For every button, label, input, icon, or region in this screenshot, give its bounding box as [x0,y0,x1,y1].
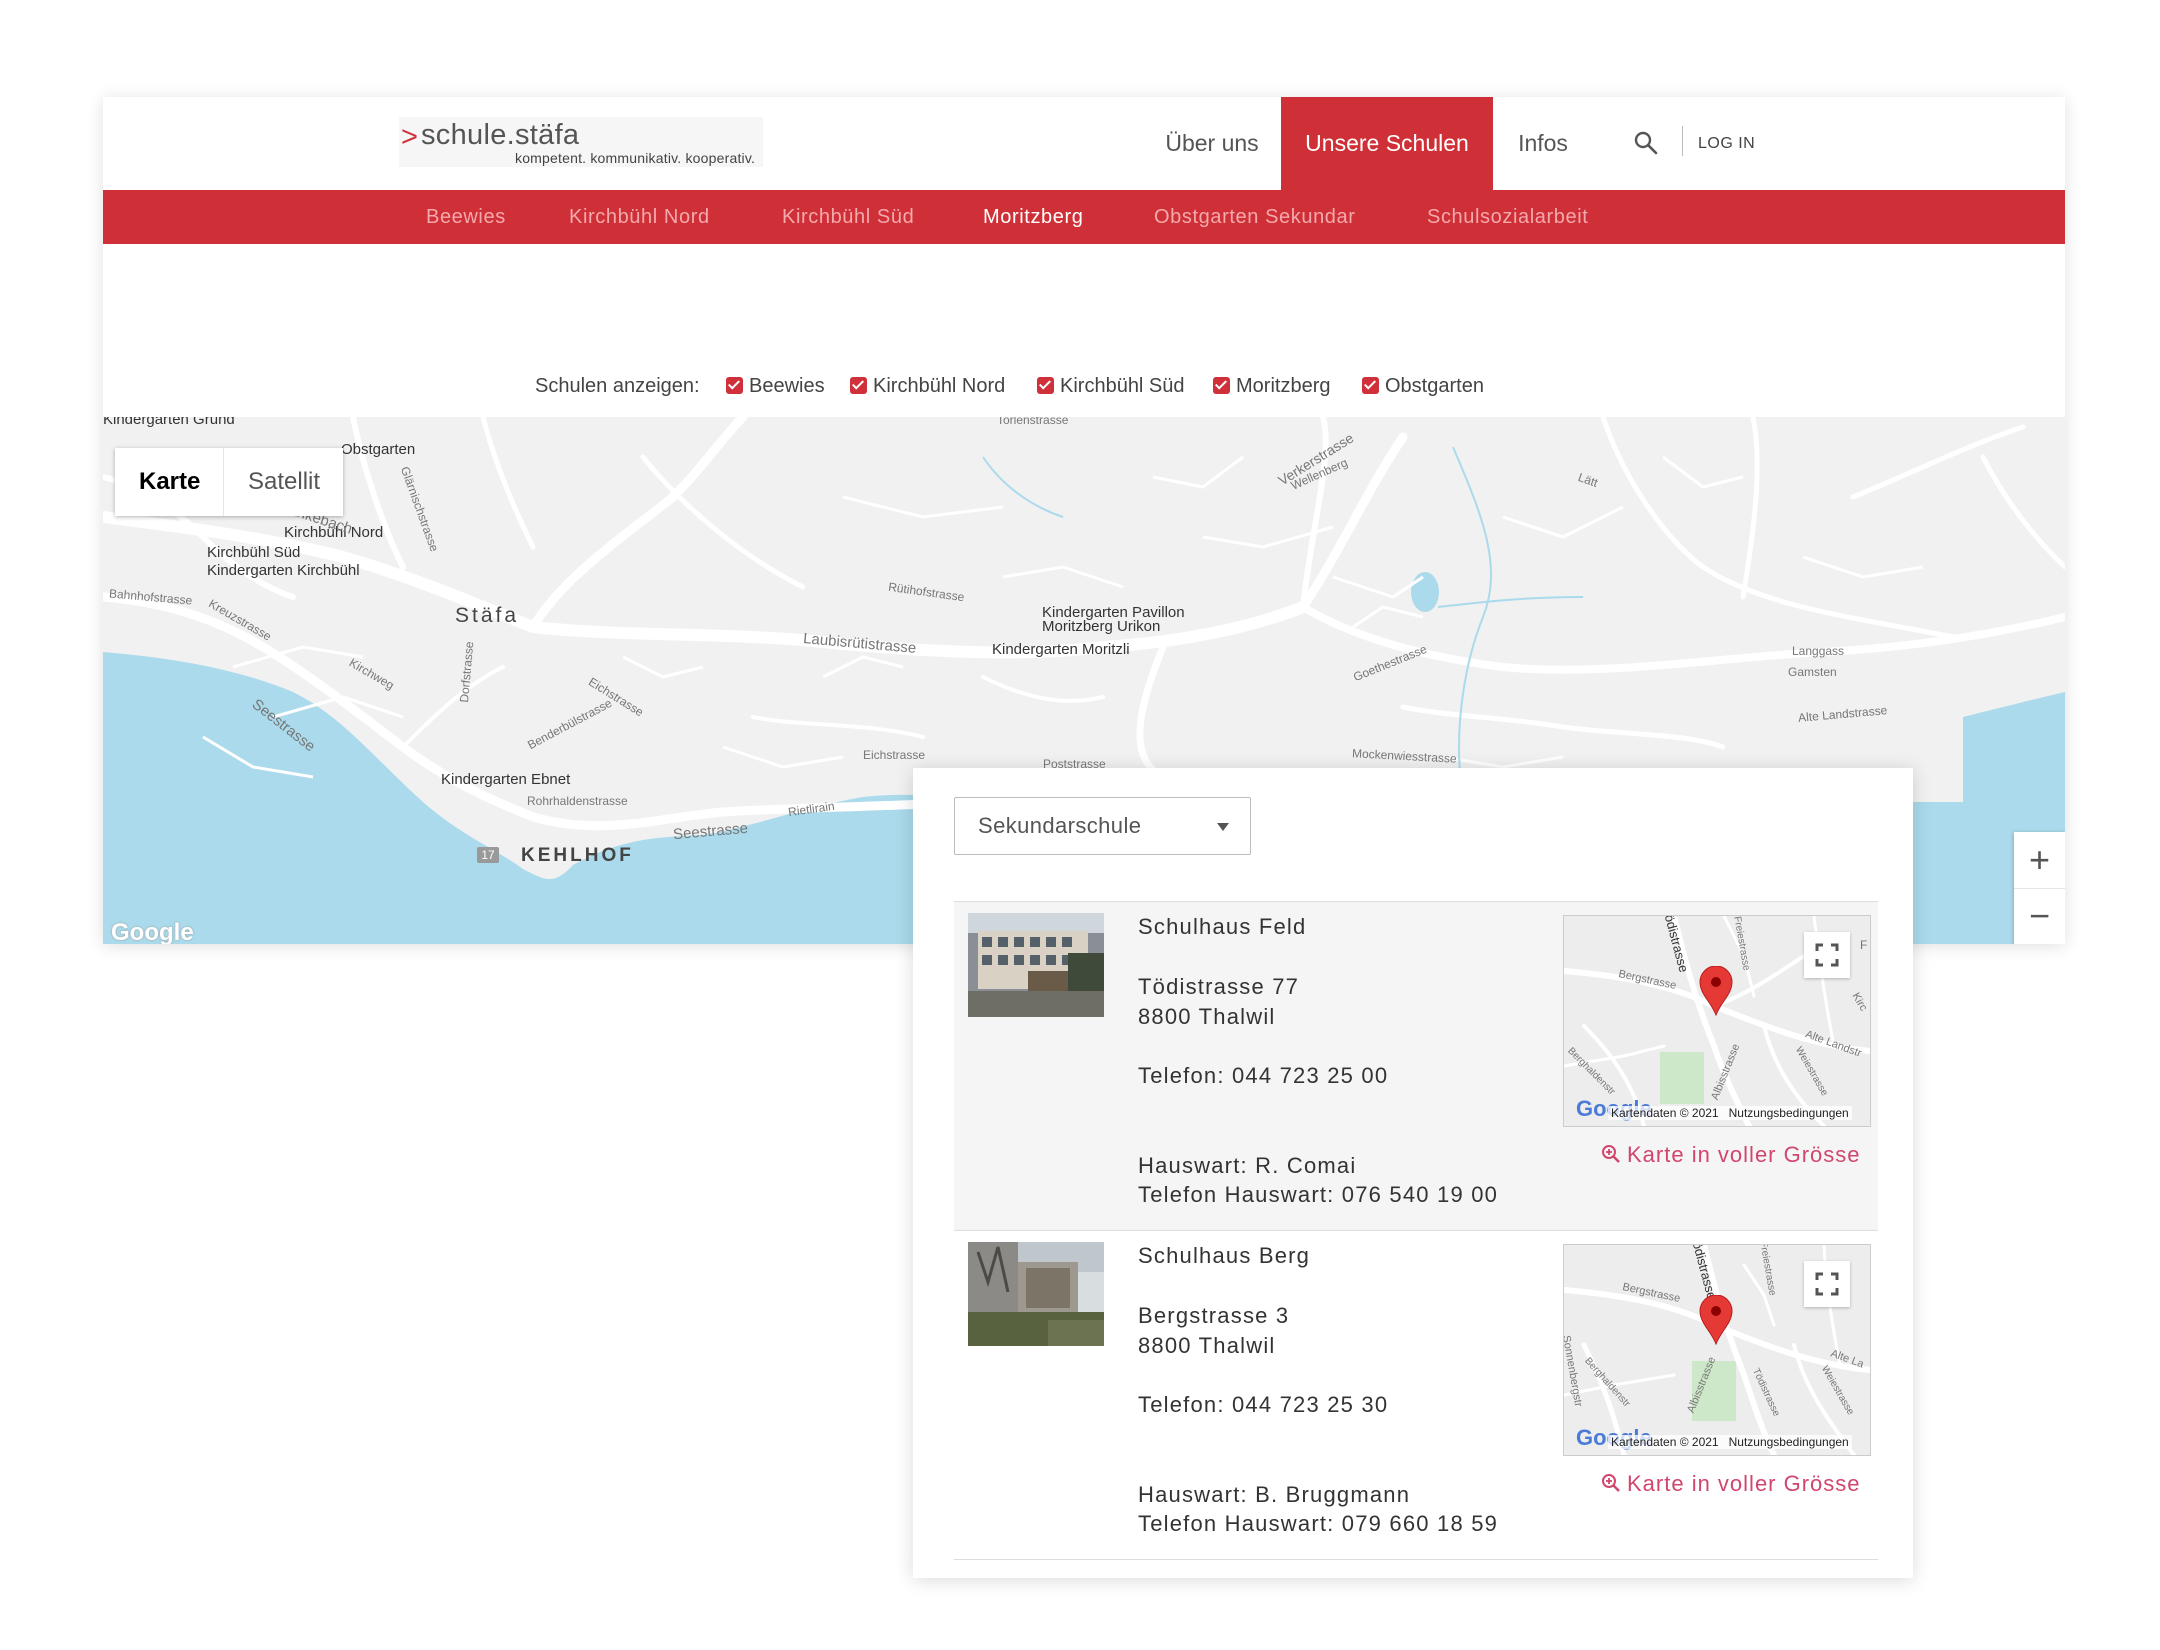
map-street-label: Eichstrasse [863,748,926,762]
logo-name: schule.stäfa [421,119,580,151]
filter-kirchbuehl-nord[interactable]: Kirchbühl Nord [850,369,1005,403]
school-phone[interactable]: Telefon: 044 723 25 00 [1138,1061,1388,1091]
checkbox-checked-icon[interactable] [726,377,743,394]
minimap-credit: Kartendaten © 2021 Nutzungsbedingungen [1608,1106,1852,1120]
school-minimap[interactable]: Tödistrasse Bergstrasse Alte La Albisstr… [1563,1244,1871,1456]
logo[interactable]: > schule.stäfa kompetent. kommunikativ. … [399,117,763,167]
subnav-obstgarten-sekundar[interactable]: Obstgarten Sekundar [1154,190,1356,244]
school-city: 8800 Thalwil [1138,1004,1276,1029]
filter-option-label: Kirchbühl Süd [1060,375,1185,397]
map-marker-icon[interactable] [1699,1295,1733,1345]
zoom-in-icon [1602,1474,1620,1492]
search-icon[interactable] [1633,130,1659,156]
minimap-terms-link[interactable]: Nutzungsbedingungen [1729,1435,1849,1449]
filter-kirchbuehl-sued[interactable]: Kirchbühl Süd [1037,369,1185,403]
filter-beewies[interactable]: Beewies [726,369,825,403]
school-name: Schulhaus Berg [1138,1243,1311,1268]
minimap-terms-link[interactable]: Nutzungsbedingungen [1729,1106,1849,1120]
checkbox-checked-icon[interactable] [1037,377,1054,394]
checkbox-checked-icon[interactable] [850,377,867,394]
google-logo[interactable]: Google [111,919,194,944]
map-street-label: Langgass [1792,644,1845,658]
map-type-control: Karte Satellit [115,448,343,516]
minimap-credit-text: Kartendaten © 2021 [1611,1435,1719,1449]
full-map-link[interactable]: Karte in voller Grösse [1601,1142,1861,1168]
map-type-karte-button[interactable]: Karte [115,448,224,516]
school-row: Schulhaus Berg Bergstrasse 3 8800 Thalwi… [954,1230,1878,1560]
minimap-street-label: F [1860,938,1868,952]
school-city: 8800 Thalwil [1138,1333,1276,1358]
map-street-label: Rohrhaldenstrasse [527,794,628,808]
checkbox-checked-icon[interactable] [1213,377,1230,394]
road-number-badge: 17 [477,847,499,863]
logo-tagline: kompetent. kommunikativ. kooperativ. [515,150,756,166]
school-list-panel: Sekundarschule Schulhaus Feld Tödistrass… [913,768,1913,1578]
filter-obstgarten[interactable]: Obstgarten [1362,369,1484,403]
nav-ueber-uns[interactable]: Über uns [1152,97,1272,190]
logo-arrow: > [401,121,418,153]
school-street: Bergstrasse 3 [1138,1303,1290,1328]
filter-option-label: Obstgarten [1385,375,1484,397]
dropdown-arrow-icon [1217,823,1229,831]
map-type-satellit-button[interactable]: Satellit [223,448,344,516]
filter-option-label: Moritzberg [1236,375,1331,397]
school-subnav: Beewies Kirchbühl Nord Kirchbühl Süd Mor… [103,190,2065,244]
fullscreen-icon [1815,1272,1839,1296]
map-label[interactable]: Kirchbühl Süd [207,544,300,561]
school-row: Schulhaus Feld Tödistrasse 77 8800 Thalw… [954,901,1878,1231]
school-name: Schulhaus Feld [1138,914,1307,939]
minimap-fullscreen-button[interactable] [1804,932,1850,978]
zoom-in-icon [1602,1145,1620,1163]
caretaker-phone[interactable]: Telefon Hauswart: 079 660 18 59 [1138,1509,1498,1539]
filter-option-label: Kirchbühl Nord [873,375,1006,397]
filter-option-label: Beewies [749,375,825,397]
map-label[interactable]: Obstgarten [341,441,415,458]
map-street-label: Gamsten [1788,665,1837,679]
login-link[interactable]: LOG IN [1698,97,1755,190]
subnav-kirchbuehl-sued[interactable]: Kirchbühl Süd [782,190,914,244]
filter-moritzberg[interactable]: Moritzberg [1213,369,1330,403]
map-label[interactable]: Kindergarten Grund [103,417,235,428]
school-type-select-value: Sekundarschule [978,813,1142,838]
map-label[interactable]: Moritzberg Urikon [1042,618,1160,635]
full-map-link[interactable]: Karte in voller Grösse [1601,1471,1861,1497]
school-type-select[interactable]: Sekundarschule [954,797,1251,855]
minimap-fullscreen-button[interactable] [1804,1261,1850,1307]
map-area-label: KEHLHOF [521,845,634,866]
subnav-beewies[interactable]: Beewies [426,190,506,244]
nav-divider [1682,126,1683,156]
map-town-label: Stäfa [455,604,520,627]
header: > schule.stäfa kompetent. kommunikativ. … [103,97,2065,190]
map-zoom-control: + − [2014,832,2065,944]
fullscreen-icon [1815,943,1839,967]
school-photo[interactable] [968,913,1104,1017]
subnav-kirchbuehl-nord[interactable]: Kirchbühl Nord [569,190,710,244]
zoom-in-button[interactable]: + [2014,832,2065,889]
map-marker-icon[interactable] [1699,966,1733,1016]
school-street: Tödistrasse 77 [1138,974,1300,999]
map-label[interactable]: Kindergarten Kirchbühl [207,562,360,579]
full-map-link-label: Karte in voller Grösse [1627,1142,1861,1167]
filter-label: Schulen anzeigen: [535,375,700,397]
nav-infos[interactable]: Infos [1501,97,1585,190]
full-map-link-label: Karte in voller Grösse [1627,1471,1861,1496]
checkbox-checked-icon[interactable] [1362,377,1379,394]
school-photo[interactable] [968,1242,1104,1346]
map-label[interactable]: Kindergarten Ebnet [441,771,570,788]
zoom-out-button[interactable]: − [2014,888,2065,944]
nav-unsere-schulen[interactable]: Unsere Schulen [1281,97,1493,190]
school-filter: Schulen anzeigen: Beewies Kirchbühl Nord… [103,369,2065,403]
minimap-credit: Kartendaten © 2021 Nutzungsbedingungen [1608,1435,1852,1449]
subnav-schulsozialarbeit[interactable]: Schulsozialarbeit [1427,190,1588,244]
map-street-label: Torlenstrasse [997,417,1069,427]
subnav-moritzberg[interactable]: Moritzberg [983,190,1083,244]
caretaker-name: Hauswart: B. Bruggmann [1138,1482,1411,1507]
school-minimap[interactable]: Tödistrasse Bergstrasse Alte Landstr Alb… [1563,915,1871,1127]
map-label[interactable]: Kindergarten Moritzli [992,641,1130,658]
caretaker-phone[interactable]: Telefon Hauswart: 076 540 19 00 [1138,1180,1498,1210]
caretaker-name: Hauswart: R. Comai [1138,1153,1357,1178]
minimap-credit-text: Kartendaten © 2021 [1611,1106,1719,1120]
school-phone[interactable]: Telefon: 044 723 25 30 [1138,1390,1388,1420]
